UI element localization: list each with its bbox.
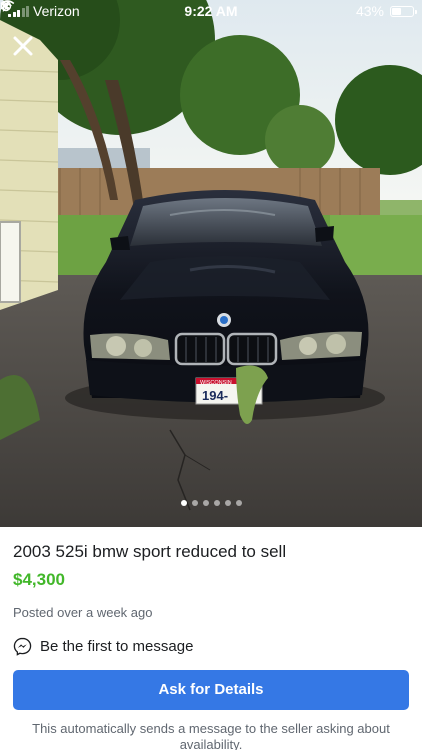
listing-photo[interactable]: WISCONSIN 194- Verizon 9:22 AM 43% [0, 0, 422, 527]
battery-icon [390, 5, 417, 17]
status-time: 9:22 AM [184, 3, 238, 19]
carousel-dot[interactable] [235, 500, 242, 506]
carousel-indicator [0, 500, 422, 506]
carrier-label: Verizon [33, 3, 80, 19]
carousel-dot[interactable] [224, 500, 231, 506]
disclaimer-text: This automatically sends a message to th… [32, 721, 390, 750]
ask-for-details-button[interactable]: Ask for Details [13, 670, 409, 710]
messenger-text: Be the first to message [40, 637, 194, 655]
messenger-icon [13, 637, 32, 656]
posted-time: Posted over a week ago [13, 605, 153, 620]
car-photo-image: WISCONSIN 194- [0, 0, 422, 527]
carousel-dot[interactable] [191, 500, 198, 506]
carousel-dot[interactable] [202, 500, 209, 506]
close-button[interactable] [10, 33, 36, 59]
listing-title: 2003 525i bmw sport reduced to sell [13, 542, 287, 561]
close-icon [13, 36, 33, 56]
message-seller-link[interactable]: Be the first to message [13, 636, 409, 656]
listing-price: $4,300 [13, 570, 65, 589]
status-bar: Verizon 9:22 AM 43% [0, 0, 422, 22]
carousel-dot[interactable] [180, 500, 187, 506]
listing-details: 2003 525i bmw sport reduced to sell $4,3… [0, 527, 422, 750]
plate-number: 194- [202, 388, 228, 403]
carousel-dot[interactable] [213, 500, 220, 506]
plate-state: WISCONSIN [200, 380, 232, 386]
battery-percent: 43% [355, 3, 384, 19]
bluetooth-icon [0, 0, 7, 12]
